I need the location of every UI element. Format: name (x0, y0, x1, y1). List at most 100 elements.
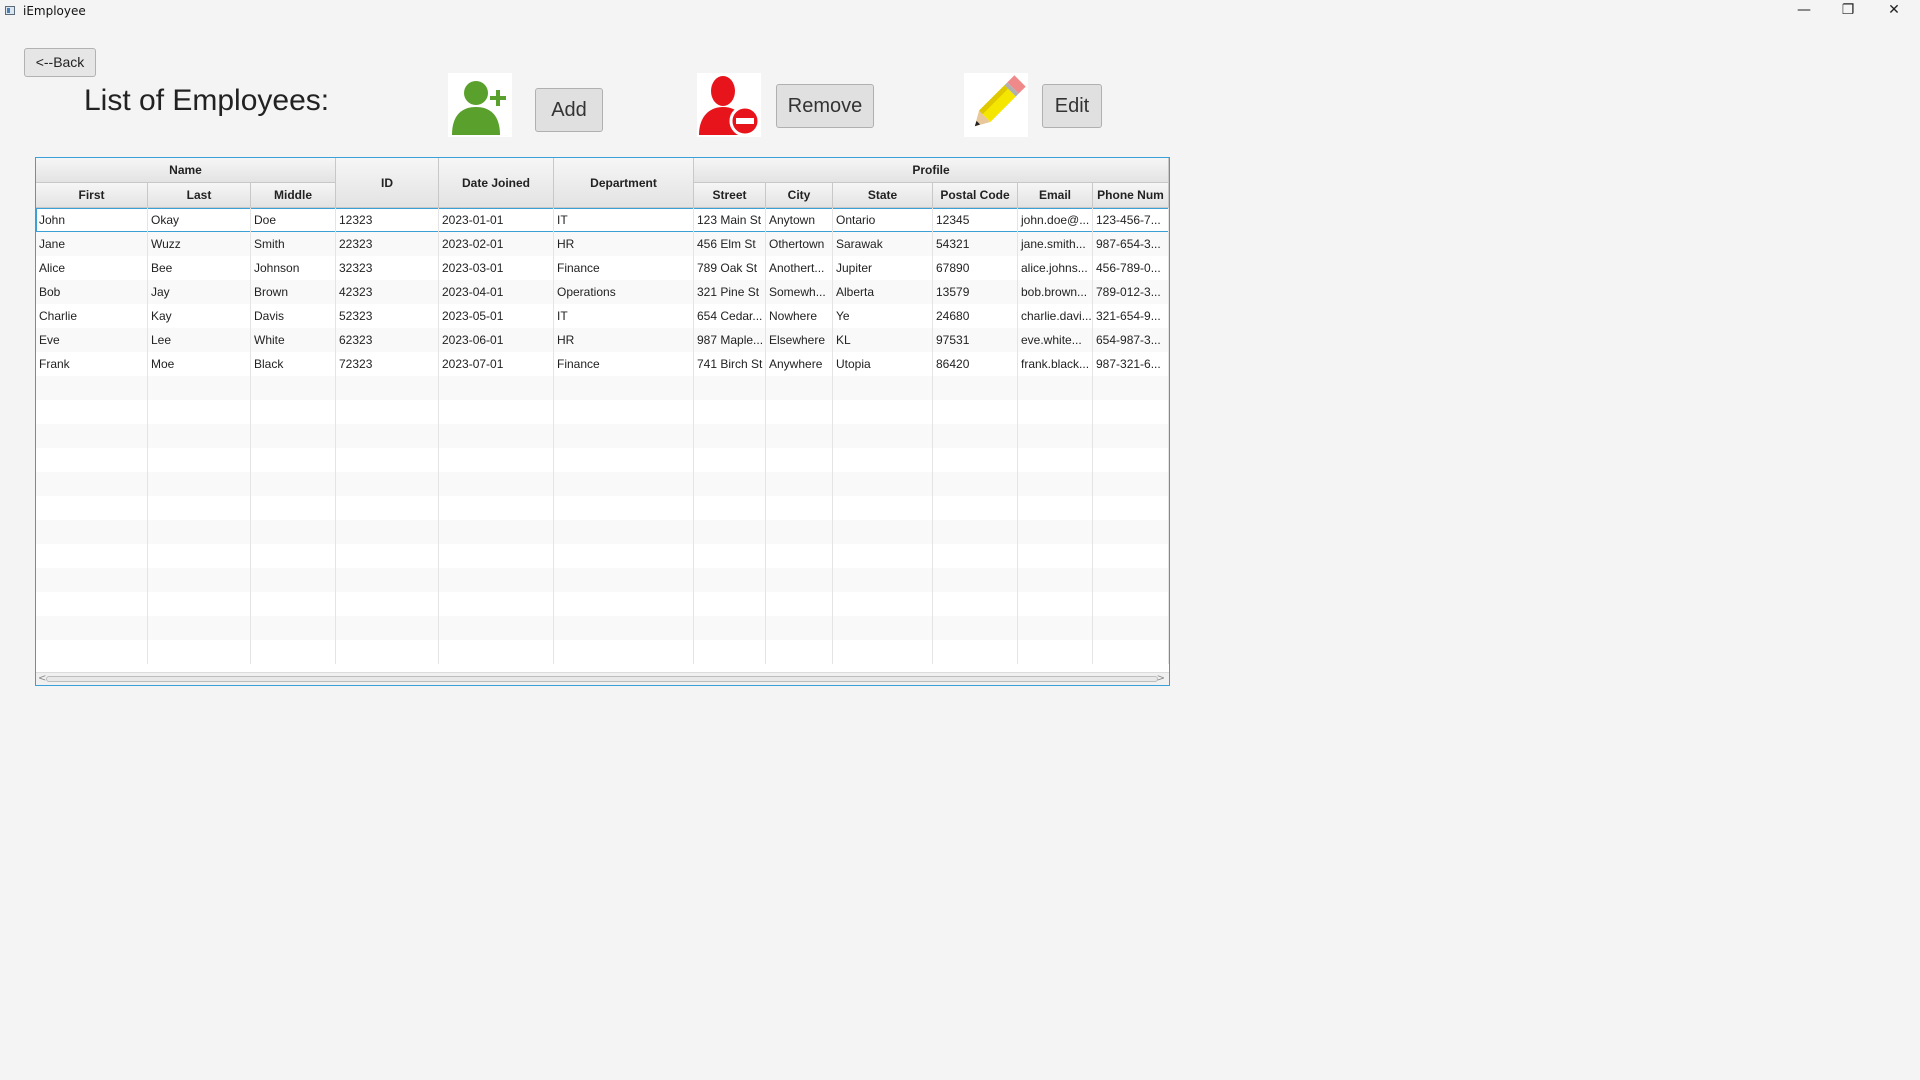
add-user-icon[interactable] (448, 73, 512, 137)
minimize-button[interactable]: — (1782, 0, 1826, 22)
app-icon (5, 6, 15, 15)
table-cell (933, 640, 1018, 664)
empty-table-row[interactable] (36, 424, 1169, 448)
table-row[interactable]: Frank Moe Black 72323 2023-07-01 Finance 741 B… (36, 352, 1169, 376)
table-cell: Othertown (766, 232, 833, 256)
column-header-id[interactable]: ID (336, 158, 439, 208)
scroll-right-arrow-icon[interactable]: > (1157, 673, 1165, 685)
table-cell: Sarawak (833, 232, 933, 256)
table-cell: bob.brown... (1018, 280, 1093, 304)
table-cell: 741 Birch St (694, 352, 766, 376)
table-cell (1018, 568, 1093, 592)
table-cell (36, 592, 148, 616)
table-cell (1093, 640, 1169, 664)
empty-table-row[interactable] (36, 568, 1169, 592)
table-cell (336, 568, 439, 592)
edit-button[interactable]: Edit (1042, 84, 1102, 128)
empty-table-row[interactable] (36, 520, 1169, 544)
horizontal-scrollbar[interactable]: < > (36, 672, 1169, 685)
column-header-email[interactable]: Email (1018, 183, 1093, 208)
table-cell (766, 376, 833, 400)
scroll-thumb[interactable] (46, 676, 1158, 682)
table-cell (148, 544, 251, 568)
table-cell (766, 472, 833, 496)
empty-table-row[interactable] (36, 472, 1169, 496)
table-row[interactable]: John Okay Doe 12323 2023-01-01 IT 123 Main St A… (36, 208, 1169, 232)
table-cell (833, 592, 933, 616)
employee-table[interactable]: Name First Last Middle ID Date Joined De… (35, 157, 1170, 686)
empty-table-row[interactable] (36, 616, 1169, 640)
table-cell: Anytown (766, 208, 833, 232)
table-cell (439, 568, 554, 592)
table-cell (933, 496, 1018, 520)
table-cell: frank.black... (1018, 352, 1093, 376)
table-cell (1018, 472, 1093, 496)
table-cell: john.doe@... (1018, 208, 1093, 232)
table-row[interactable]: Jane Wuzz Smith 22323 2023-02-01 HR 456 Elm St… (36, 232, 1169, 256)
table-cell (554, 592, 694, 616)
empty-table-row[interactable] (36, 592, 1169, 616)
remove-user-icon[interactable] (697, 73, 761, 137)
column-header-first[interactable]: First (36, 183, 148, 208)
table-cell (933, 400, 1018, 424)
column-header-date-joined[interactable]: Date Joined (439, 158, 554, 208)
table-cell: Wuzz (148, 232, 251, 256)
table-row[interactable]: Eve Lee White 62323 2023-06-01 HR 987 Maple...… (36, 328, 1169, 352)
table-cell (439, 544, 554, 568)
table-row[interactable]: Charlie Kay Davis 52323 2023-05-01 IT 654 Ceda… (36, 304, 1169, 328)
add-button[interactable]: Add (535, 88, 603, 132)
table-cell: Johnson (251, 256, 336, 280)
empty-table-row[interactable] (36, 496, 1169, 520)
remove-button[interactable]: Remove (776, 84, 874, 128)
table-cell (148, 376, 251, 400)
table-cell (336, 496, 439, 520)
column-header-phone[interactable]: Phone Num (1093, 183, 1169, 208)
table-cell (766, 616, 833, 640)
table-cell (694, 544, 766, 568)
table-cell (148, 496, 251, 520)
column-header-postal-code[interactable]: Postal Code (933, 183, 1018, 208)
table-cell (439, 520, 554, 544)
table-cell: Alberta (833, 280, 933, 304)
table-cell: Elsewhere (766, 328, 833, 352)
empty-table-row[interactable] (36, 640, 1169, 664)
table-cell (766, 640, 833, 664)
empty-table-row[interactable] (36, 400, 1169, 424)
table-cell (694, 640, 766, 664)
back-button[interactable]: <--Back (24, 48, 96, 77)
table-cell (1093, 376, 1169, 400)
table-cell (148, 592, 251, 616)
table-cell: 987-321-6... (1093, 352, 1169, 376)
table-cell: 97531 (933, 328, 1018, 352)
table-cell (251, 376, 336, 400)
column-header-last[interactable]: Last (148, 183, 251, 208)
column-header-state[interactable]: State (833, 183, 933, 208)
column-header-department[interactable]: Department (554, 158, 694, 208)
table-cell: Doe (251, 208, 336, 232)
table-cell (1093, 472, 1169, 496)
table-row[interactable]: Alice Bee Johnson 32323 2023-03-01 Finance 789… (36, 256, 1169, 280)
table-cell: 456 Elm St (694, 232, 766, 256)
table-cell: Ye (833, 304, 933, 328)
empty-table-row[interactable] (36, 544, 1169, 568)
maximize-button[interactable]: ❐ (1826, 0, 1870, 22)
table-cell (36, 640, 148, 664)
table-cell (1018, 616, 1093, 640)
table-cell (694, 376, 766, 400)
empty-table-row[interactable] (36, 448, 1169, 472)
table-cell (833, 520, 933, 544)
pencil-icon[interactable] (964, 73, 1028, 137)
column-header-city[interactable]: City (766, 183, 833, 208)
table-cell (36, 616, 148, 640)
table-cell: Charlie (36, 304, 148, 328)
close-button[interactable]: ✕ (1872, 0, 1916, 22)
column-header-street[interactable]: Street (694, 183, 766, 208)
table-cell: charlie.davi... (1018, 304, 1093, 328)
table-cell: Davis (251, 304, 336, 328)
table-cell (148, 568, 251, 592)
column-header-middle[interactable]: Middle (251, 183, 336, 208)
table-row[interactable]: Bob Jay Brown 42323 2023-04-01 Operations 321 … (36, 280, 1169, 304)
empty-table-row[interactable] (36, 376, 1169, 400)
table-cell (933, 544, 1018, 568)
table-cell (1018, 640, 1093, 664)
